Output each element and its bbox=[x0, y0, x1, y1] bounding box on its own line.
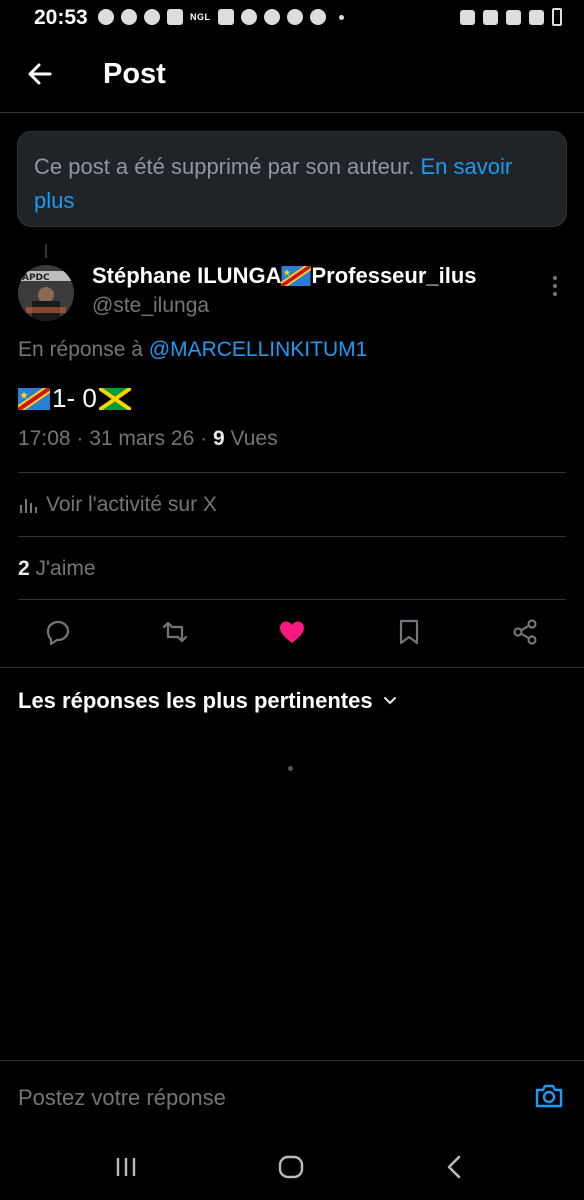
reply-icon[interactable] bbox=[43, 617, 75, 649]
google-icon bbox=[263, 9, 280, 25]
reply-prefix: En réponse à bbox=[18, 338, 143, 361]
notification-icons: NGL bbox=[98, 9, 344, 25]
google-icon bbox=[286, 9, 303, 25]
facebook-icon bbox=[121, 9, 137, 25]
compose-divider bbox=[0, 1060, 584, 1061]
views-count: 9 bbox=[212, 427, 225, 450]
status-time: 20:53 bbox=[34, 6, 88, 29]
reply-to-link[interactable]: @MARCELLINKITUM1 bbox=[149, 338, 368, 361]
ngl-icon: NGL bbox=[190, 12, 211, 22]
avatar[interactable]: APDC bbox=[18, 265, 74, 321]
replies-sort-label: Les réponses les plus pertinentes bbox=[18, 688, 373, 713]
recent-apps-icon[interactable] bbox=[112, 1152, 142, 1182]
repost-icon[interactable] bbox=[160, 617, 192, 649]
likes-summary[interactable]: 2 J'aime bbox=[18, 557, 96, 581]
wifi-icon bbox=[506, 9, 521, 25]
status-bar: 20:53 NGL bbox=[0, 0, 584, 36]
notice-text: Ce post a été supprimé par son auteur. bbox=[34, 154, 415, 179]
replies-sort-selector[interactable]: Les réponses les plus pertinentes bbox=[18, 688, 397, 714]
post-text: 1- 0 bbox=[18, 383, 131, 414]
activity-label: Voir l'activité sur X bbox=[46, 493, 217, 516]
author-name-text: Stéphane ILUNGA bbox=[92, 263, 282, 288]
message-icon bbox=[217, 9, 234, 25]
likes-count: 2 bbox=[18, 557, 30, 580]
back-arrow-icon[interactable] bbox=[24, 58, 56, 90]
thread-connector bbox=[45, 244, 47, 258]
reply-input[interactable]: Postez votre réponse bbox=[18, 1085, 226, 1111]
more-notifications-icon bbox=[338, 14, 344, 20]
google-icon bbox=[309, 9, 326, 25]
system-icons bbox=[460, 8, 562, 26]
instagram-icon bbox=[167, 9, 183, 25]
author-name-suffix: Professeur_ilus bbox=[311, 263, 477, 288]
divider bbox=[18, 536, 566, 537]
author-handle[interactable]: @ste_ilunga bbox=[92, 294, 209, 318]
post-date: 31 mars 26 bbox=[89, 427, 195, 450]
heart-icon[interactable] bbox=[277, 617, 309, 649]
drc-flag-icon bbox=[281, 266, 312, 286]
analytics-icon bbox=[20, 499, 37, 513]
more-icon[interactable] bbox=[550, 276, 560, 300]
bookmark-icon[interactable] bbox=[394, 617, 426, 649]
facebook-icon bbox=[144, 9, 160, 25]
divider bbox=[0, 667, 584, 668]
views-label: Vues bbox=[230, 427, 278, 450]
header-divider bbox=[0, 112, 584, 113]
whatsapp-icon bbox=[98, 9, 114, 25]
author-name[interactable]: Stéphane ILUNGA Professeur_ilus bbox=[92, 263, 477, 289]
view-activity-link[interactable]: Voir l'activité sur X bbox=[18, 493, 217, 517]
signal-icon bbox=[529, 9, 544, 25]
post-text-content: 1- 0 bbox=[52, 383, 97, 413]
reply-context: En réponse à @MARCELLINKITUM1 bbox=[18, 338, 367, 362]
back-icon[interactable] bbox=[440, 1152, 470, 1182]
post-metadata: 17:08 · 31 mars 26 · 9 Vues bbox=[18, 427, 278, 450]
likes-label: J'aime bbox=[35, 557, 96, 580]
deleted-post-notice: Ce post a été supprimé par son auteur. E… bbox=[17, 131, 567, 227]
post-time: 17:08 bbox=[18, 427, 71, 450]
drc-flag-icon bbox=[18, 387, 50, 410]
divider bbox=[18, 472, 566, 473]
divider bbox=[18, 599, 566, 600]
battery-icon bbox=[552, 8, 562, 26]
jamaica-flag-icon bbox=[98, 387, 131, 410]
chevron-down-icon bbox=[383, 697, 396, 705]
home-icon[interactable] bbox=[276, 1152, 306, 1182]
share-icon[interactable] bbox=[510, 617, 542, 649]
google-icon bbox=[240, 9, 257, 25]
mute-icon bbox=[483, 9, 498, 25]
camera-icon[interactable] bbox=[533, 1080, 567, 1114]
loading-indicator bbox=[288, 766, 293, 771]
alarm-icon bbox=[460, 9, 475, 25]
svg-text:APDC: APDC bbox=[22, 273, 50, 283]
page-title: Post bbox=[103, 58, 166, 90]
